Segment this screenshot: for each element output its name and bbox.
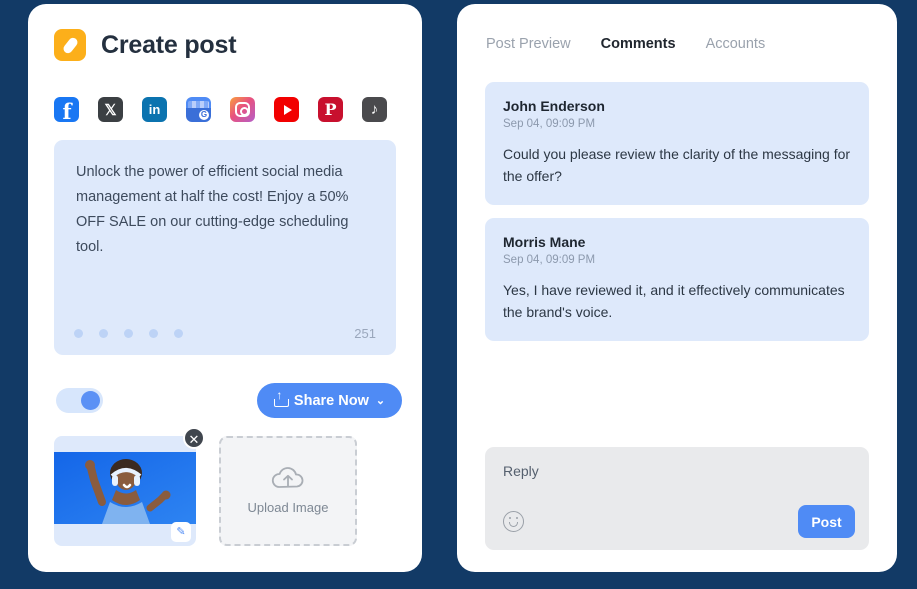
character-count: 251 [354,326,376,341]
upload-image-label: Upload Image [247,500,329,515]
chevron-down-icon[interactable]: ⌄ [376,394,385,407]
app-root: Create post 𝕏 in G P ♪ Unlock the power … [0,0,917,589]
share-now-button[interactable]: Share Now ⌄ [257,383,402,418]
network-icon-google-business[interactable]: G [186,97,211,122]
post-text[interactable]: Unlock the power of efficient social med… [76,160,374,260]
network-icon-linkedin[interactable]: in [142,97,167,122]
pen-logo-icon [54,29,86,61]
upload-image-dropzone[interactable]: Upload Image [219,436,357,546]
thumbnail-image [54,452,196,524]
network-icon-youtube[interactable] [274,97,299,122]
comments-panel: Post Preview Comments Accounts John Ende… [457,4,897,572]
comment-body: Yes, I have reviewed it, and it effectiv… [503,282,845,320]
media-attachments: ✕ ✎ Upload Image [54,427,357,546]
reply-input[interactable]: Reply [503,463,851,479]
share-now-label: Share Now [293,392,369,409]
panel-header: Create post [54,29,237,61]
post-composer[interactable]: Unlock the power of efficient social med… [54,140,396,355]
tab-accounts[interactable]: Accounts [706,36,766,52]
page-title: Create post [101,30,237,59]
upload-icon [273,389,289,407]
network-icon-x-twitter[interactable]: 𝕏 [98,97,123,122]
network-icon-tiktok[interactable]: ♪ [362,97,387,122]
comment-author: Morris Mane [503,234,586,250]
platform-indicator-dots [74,329,183,338]
comment-body: Could you please review the clarity of t… [503,146,851,184]
network-icon-facebook[interactable] [54,97,79,122]
reply-composer[interactable]: Reply Post [485,447,869,550]
network-icon-pinterest[interactable]: P [318,97,343,122]
comment-timestamp: Sep 04, 09:09 PM [503,254,596,266]
composer-footer: 251 [74,326,376,341]
cloud-upload-icon [269,467,307,491]
post-reply-button[interactable]: Post [798,505,855,538]
smiley-icon[interactable] [503,511,524,532]
comment-author: John Enderson [503,98,605,114]
network-icon-instagram[interactable] [230,97,255,122]
toggle-knob [81,391,100,410]
edit-media-icon[interactable]: ✎ [171,522,191,542]
tab-comments[interactable]: Comments [601,36,676,52]
social-network-selector: 𝕏 in G P ♪ [54,97,387,122]
media-thumbnail[interactable]: ✕ ✎ [54,427,205,546]
comment-timestamp: Sep 04, 09:09 PM [503,118,596,130]
comment-item[interactable]: John Enderson Sep 04, 09:09 PM Could you… [485,82,869,205]
comment-item[interactable]: Morris Mane Sep 04, 09:09 PM Yes, I have… [485,218,869,341]
panel-tabs: Post Preview Comments Accounts [486,36,765,52]
reply-footer: Post [503,505,855,538]
publish-toggle[interactable] [56,388,103,413]
remove-media-icon[interactable]: ✕ [183,427,205,449]
tab-post-preview[interactable]: Post Preview [486,36,571,52]
create-post-panel: Create post 𝕏 in G P ♪ Unlock the power … [28,4,422,572]
